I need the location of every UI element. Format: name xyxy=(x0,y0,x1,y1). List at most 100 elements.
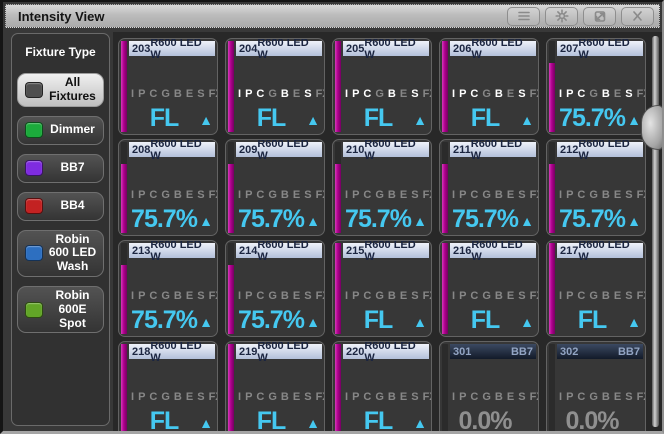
fixture-cell-208[interactable]: 208 R600 LED W IPCGBESFX 75.7% ▲ xyxy=(118,139,218,236)
attr-fx: FX xyxy=(316,290,325,302)
attr-b: B xyxy=(602,189,610,201)
fixture-type-dimmer[interactable]: Dimmer xyxy=(17,116,104,145)
fixture-header: 204 R600 LED W xyxy=(236,41,322,56)
fixture-cell-217[interactable]: 217 R600 LED W IPCGBESFX FL ▲ xyxy=(546,240,646,337)
fixture-cell-215[interactable]: 215 R600 LED W IPCGBESFX FL ▲ xyxy=(332,240,432,337)
fixture-cell-301[interactable]: 301 BB7 IPCGBESFX 0.0% xyxy=(439,341,539,434)
attr-p: P xyxy=(566,290,573,302)
attr-s: S xyxy=(625,189,632,201)
fixture-id: 208 xyxy=(132,144,150,156)
fixture-name: R600 LED W xyxy=(364,139,426,162)
fixture-cell-216[interactable]: 216 R600 LED W IPCGBESFX FL ▲ xyxy=(439,240,539,337)
fixture-type-bb4[interactable]: BB4 xyxy=(17,192,104,221)
fixture-type-bb7[interactable]: BB7 xyxy=(17,154,104,183)
attr-e: E xyxy=(507,88,514,100)
attr-c: C xyxy=(470,290,478,302)
close-button[interactable] xyxy=(621,7,654,26)
value-row: FL ▲ xyxy=(343,405,427,434)
fixture-name: R600 LED W xyxy=(150,38,212,61)
intensity-bar-track xyxy=(228,344,234,434)
fixture-name: R600 LED W xyxy=(578,240,640,263)
attribute-letters: IPCGBESFX xyxy=(450,391,536,403)
fixture-cell-207[interactable]: 207 R600 LED W IPCGBESFX 75.7% ▲ xyxy=(546,38,646,135)
attribute-letters: IPCGBESFX xyxy=(557,88,643,100)
fixture-type-swatch xyxy=(25,160,43,176)
menu-button[interactable] xyxy=(507,7,540,26)
value-row: 75.7% ▲ xyxy=(129,203,213,233)
fixture-header: 216 R600 LED W xyxy=(450,243,536,258)
attr-i: I xyxy=(131,189,134,201)
intensity-value: 75.7% xyxy=(129,306,199,334)
intensity-view-window: Intensity View xyxy=(0,0,664,434)
fixture-header: 217 R600 LED W xyxy=(557,243,643,258)
fixture-id: 216 xyxy=(453,245,471,257)
attr-b: B xyxy=(174,290,182,302)
fixture-name: R600 LED W xyxy=(471,240,533,263)
fixture-cell-204[interactable]: 204 R600 LED W IPCGBESFX FL ▲ xyxy=(225,38,325,135)
attr-s: S xyxy=(518,391,525,403)
attr-s: S xyxy=(625,391,632,403)
intensity-bar-track xyxy=(549,142,555,233)
fixture-name: R600 LED W xyxy=(257,240,319,263)
intensity-bar-track xyxy=(442,41,448,132)
attr-g: G xyxy=(482,189,491,201)
fixture-cell-206[interactable]: 206 R600 LED W IPCGBESFX FL ▲ xyxy=(439,38,539,135)
attr-b: B xyxy=(495,391,503,403)
window-titlebar[interactable]: Intensity View xyxy=(5,4,660,28)
attr-g: G xyxy=(589,391,598,403)
value-row: FL ▲ xyxy=(129,405,213,434)
settings-button[interactable] xyxy=(545,7,578,26)
fixture-header: 213 R600 LED W xyxy=(129,243,215,258)
attr-g: G xyxy=(268,189,277,201)
intensity-bar-fill xyxy=(442,164,448,233)
attr-fx: FX xyxy=(423,88,432,100)
fixture-type-robin-600-led-wash[interactable]: Robin 600 LED Wash xyxy=(17,230,104,277)
intensity-bar-track xyxy=(442,243,448,334)
attr-c: C xyxy=(363,391,371,403)
fixture-header: 218 R600 LED W xyxy=(129,344,215,359)
attr-i: I xyxy=(452,290,455,302)
fixture-type-all-fixtures[interactable]: All Fixtures xyxy=(17,73,104,107)
attr-i: I xyxy=(131,391,134,403)
fixture-cell-212[interactable]: 212 R600 LED W IPCGBESFX 75.7% ▲ xyxy=(546,139,646,236)
up-arrow-icon: ▲ xyxy=(520,113,534,127)
fixture-cell-209[interactable]: 209 R600 LED W IPCGBESFX 75.7% ▲ xyxy=(225,139,325,236)
attr-b: B xyxy=(281,189,289,201)
attr-e: E xyxy=(186,189,193,201)
fixture-cell-220[interactable]: 220 R600 LED W IPCGBESFX FL ▲ xyxy=(332,341,432,434)
attribute-letters: IPCGBESFX xyxy=(557,290,643,302)
intensity-bar-track xyxy=(549,344,555,434)
close-icon xyxy=(631,10,644,22)
value-row: 75.7% ▲ xyxy=(129,304,213,334)
intensity-value: 75.7% xyxy=(129,205,199,233)
fixture-header: 205 R600 LED W xyxy=(343,41,429,56)
fixture-cell-205[interactable]: 205 R600 LED W IPCGBESFX FL ▲ xyxy=(332,38,432,135)
intensity-bar-fill xyxy=(335,164,341,233)
attr-s: S xyxy=(518,88,525,100)
attr-p: P xyxy=(566,391,573,403)
attribute-letters: IPCGBESFX xyxy=(450,88,536,100)
fixture-cell-211[interactable]: 211 R600 LED W IPCGBESFX 75.7% ▲ xyxy=(439,139,539,236)
fixture-type-robin-600e-spot[interactable]: Robin 600E Spot xyxy=(17,286,104,333)
fixture-cell-219[interactable]: 219 R600 LED W IPCGBESFX FL ▲ xyxy=(225,341,325,434)
attr-fx: FX xyxy=(637,88,646,100)
intensity-bar-fill xyxy=(121,344,127,434)
fixture-cell-214[interactable]: 214 R600 LED W IPCGBESFX 75.7% ▲ xyxy=(225,240,325,337)
fixture-cell-302[interactable]: 302 BB7 IPCGBESFX 0.0% xyxy=(546,341,646,434)
fixture-cell-213[interactable]: 213 R600 LED W IPCGBESFX 75.7% ▲ xyxy=(118,240,218,337)
fixture-cell-210[interactable]: 210 R600 LED W IPCGBESFX 75.7% ▲ xyxy=(332,139,432,236)
attr-fx: FX xyxy=(316,391,325,403)
fixture-id: 209 xyxy=(239,144,257,156)
attr-fx: FX xyxy=(423,189,432,201)
value-row: 0.0% xyxy=(450,405,534,434)
up-arrow-icon: ▲ xyxy=(413,315,427,329)
resize-button[interactable] xyxy=(583,7,616,26)
attr-s: S xyxy=(304,391,311,403)
attr-g: G xyxy=(375,189,384,201)
fixture-cell-218[interactable]: 218 R600 LED W IPCGBESFX FL ▲ xyxy=(118,341,218,434)
intensity-scrollbar-handle[interactable] xyxy=(641,105,664,150)
intensity-scrollbar-track[interactable] xyxy=(652,36,659,427)
fixture-cell-203[interactable]: 203 R600 LED W IPCGBESFX FL ▲ xyxy=(118,38,218,135)
attr-fx: FX xyxy=(209,88,218,100)
attr-c: C xyxy=(149,391,157,403)
